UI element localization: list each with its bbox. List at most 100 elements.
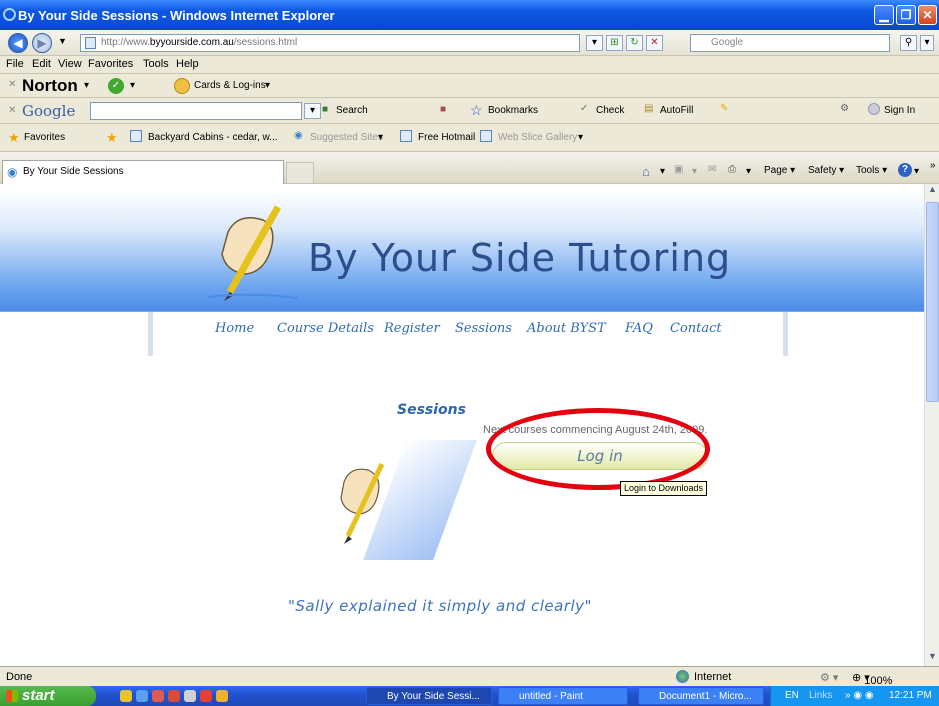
nav-contact[interactable]: Contact <box>670 321 722 336</box>
settings-wrench-icon[interactable]: ⚙ <box>840 103 849 114</box>
popup-blocker-icon[interactable]: ■ <box>440 104 446 115</box>
feeds-icon[interactable]: ▣ <box>674 164 683 175</box>
google-brand: Google <box>22 102 76 120</box>
tools-menu-button[interactable]: Tools ▾ <box>856 165 887 176</box>
home-dropdown-icon[interactable]: ▾ <box>660 166 665 177</box>
compatibility-icon[interactable]: ⊞ <box>606 35 623 51</box>
google-search-input[interactable] <box>90 102 302 120</box>
favorites-button[interactable]: Favorites <box>24 132 65 143</box>
home-icon[interactable]: ⌂ <box>642 164 650 179</box>
refresh-icon[interactable]: ↻ <box>626 35 643 51</box>
start-button[interactable]: start <box>0 686 96 706</box>
app-quicklaunch-icon[interactable] <box>168 690 180 702</box>
browser-window: By Your Side Sessions - Windows Internet… <box>0 0 939 706</box>
stop-icon[interactable]: ✕ <box>646 35 663 51</box>
back-button[interactable]: ◀ <box>8 33 28 53</box>
favorite-link-hotmail[interactable]: Free Hotmail <box>418 132 475 143</box>
norton-check-dropdown-icon[interactable]: ▾ <box>130 80 135 91</box>
search-button[interactable]: ⚲ <box>900 35 917 51</box>
scroll-down-icon[interactable]: ▼ <box>925 651 939 666</box>
task-paint[interactable]: untitled - Paint <box>498 687 628 705</box>
writing-hand-icon <box>340 462 385 544</box>
ie-quicklaunch-icon[interactable] <box>136 690 148 702</box>
url-field[interactable]: http://www.byyourside.com.au/sessions.ht… <box>80 34 580 52</box>
scroll-thumb[interactable] <box>926 202 939 402</box>
favorite-link-cabins[interactable]: Backyard Cabins - cedar, w... <box>148 132 278 143</box>
google-dropdown-icon[interactable]: ▾ <box>304 103 321 119</box>
page-icon <box>85 37 96 49</box>
autofill-button[interactable]: AutoFill <box>660 105 693 116</box>
bookmarks-button[interactable]: Bookmarks <box>488 105 538 116</box>
search-input[interactable]: Google <box>690 34 890 52</box>
check-button[interactable]: Check <box>596 105 624 116</box>
print-dropdown-icon[interactable]: ▾ <box>746 166 751 177</box>
vertical-scrollbar[interactable]: ▲ ▼ <box>924 184 939 666</box>
search-options-icon[interactable]: ▾ <box>920 35 934 51</box>
norton-dropdown-icon[interactable]: ▾ <box>84 80 89 91</box>
menu-edit[interactable]: Edit <box>32 58 51 70</box>
status-bar: Done Internet ⚙ ▾ ⊕ 100% ▾ <box>0 666 939 687</box>
favorite-link-webslice[interactable]: Web Slice Gallery <box>498 132 577 143</box>
links-toolbar[interactable]: Links <box>809 690 832 701</box>
menu-file[interactable]: File <box>6 58 24 70</box>
task-word[interactable]: Document1 - Micro... <box>638 687 764 705</box>
close-toolbar-icon[interactable]: ✕ <box>8 79 16 90</box>
nav-course-details[interactable]: Course Details <box>277 321 374 336</box>
menu-view[interactable]: View <box>58 58 82 70</box>
protected-mode-icon[interactable]: ⚙ ▾ <box>820 671 838 684</box>
paint-quicklaunch-icon[interactable] <box>120 690 132 702</box>
task-paint-label: untitled - Paint <box>519 691 583 702</box>
bookmark-star-icon[interactable]: ☆ <box>470 102 483 119</box>
new-tab-button[interactable] <box>286 162 314 184</box>
minimize-button[interactable]: ▁ <box>874 5 894 25</box>
app-quicklaunch-icon[interactable] <box>216 690 228 702</box>
scroll-up-icon[interactable]: ▲ <box>925 184 939 199</box>
nav-sessions[interactable]: Sessions <box>455 321 512 336</box>
status-text: Done <box>6 671 33 683</box>
signin-button[interactable]: Sign In <box>884 105 915 116</box>
highlight-circle <box>486 408 710 490</box>
print-icon[interactable]: ⎙ <box>728 164 736 175</box>
chevron-more-icon[interactable]: » <box>930 160 936 171</box>
google-logo-icon: ■ <box>322 104 329 115</box>
menu-favorites[interactable]: Favorites <box>88 58 133 70</box>
url-dropdown-icon[interactable]: ▾ <box>586 35 603 51</box>
language-indicator[interactable]: EN <box>785 690 799 701</box>
mail-icon[interactable]: ✉ <box>708 164 716 175</box>
tab-active[interactable]: ◉ By Your Side Sessions <box>2 160 284 184</box>
menu-tools[interactable]: Tools <box>143 58 169 70</box>
nav-about[interactable]: About BYST <box>527 321 606 336</box>
norton-check-icon[interactable]: ✓ <box>108 78 124 94</box>
zoom-button[interactable]: ⊕ 100% ▾ <box>852 671 892 687</box>
nav-home[interactable]: Home <box>215 321 254 336</box>
safety-menu-button[interactable]: Safety ▾ <box>808 165 844 176</box>
forward-button[interactable]: ▶ <box>32 33 52 53</box>
app-quicklaunch-icon[interactable] <box>184 690 196 702</box>
spellcheck-icon[interactable]: ✓ <box>580 103 588 114</box>
title-bar: By Your Side Sessions - Windows Internet… <box>0 0 939 30</box>
suggested-dropdown-icon[interactable]: ▾ <box>378 132 383 143</box>
add-favorite-icon[interactable]: ★ <box>106 130 118 146</box>
menu-help[interactable]: Help <box>176 58 199 70</box>
close-toolbar-icon[interactable]: ✕ <box>8 105 16 116</box>
cards-logins-button[interactable]: Cards & Log-ins <box>194 80 266 91</box>
maximize-button[interactable]: ❐ <box>896 5 916 25</box>
close-button[interactable]: ✕ <box>918 5 937 25</box>
nav-register[interactable]: Register <box>384 321 440 336</box>
page-menu-button[interactable]: Page ▾ <box>764 165 795 176</box>
webslice-dropdown-icon[interactable]: ▾ <box>578 132 583 143</box>
favorite-link-suggested[interactable]: Suggested Sites <box>310 132 383 143</box>
feeds-dropdown-icon[interactable]: ▾ <box>692 166 697 177</box>
app-quicklaunch-icon[interactable] <box>152 690 164 702</box>
norton-brand[interactable]: Norton <box>22 76 78 96</box>
highlighter-icon[interactable]: ✎ <box>720 103 728 114</box>
help-icon[interactable]: ? <box>898 163 912 177</box>
task-ie[interactable]: By Your Side Sessi... <box>366 687 492 705</box>
cards-dropdown-icon[interactable]: ▾ <box>265 80 270 91</box>
help-dropdown-icon[interactable]: ▾ <box>914 166 919 177</box>
tray-icons[interactable]: » ◉ ◉ <box>845 690 874 701</box>
app-quicklaunch-icon[interactable] <box>200 690 212 702</box>
recent-pages-dropdown-icon[interactable]: ▼ <box>58 36 67 46</box>
nav-faq[interactable]: FAQ <box>625 321 653 336</box>
google-search-button[interactable]: Search <box>336 105 368 116</box>
